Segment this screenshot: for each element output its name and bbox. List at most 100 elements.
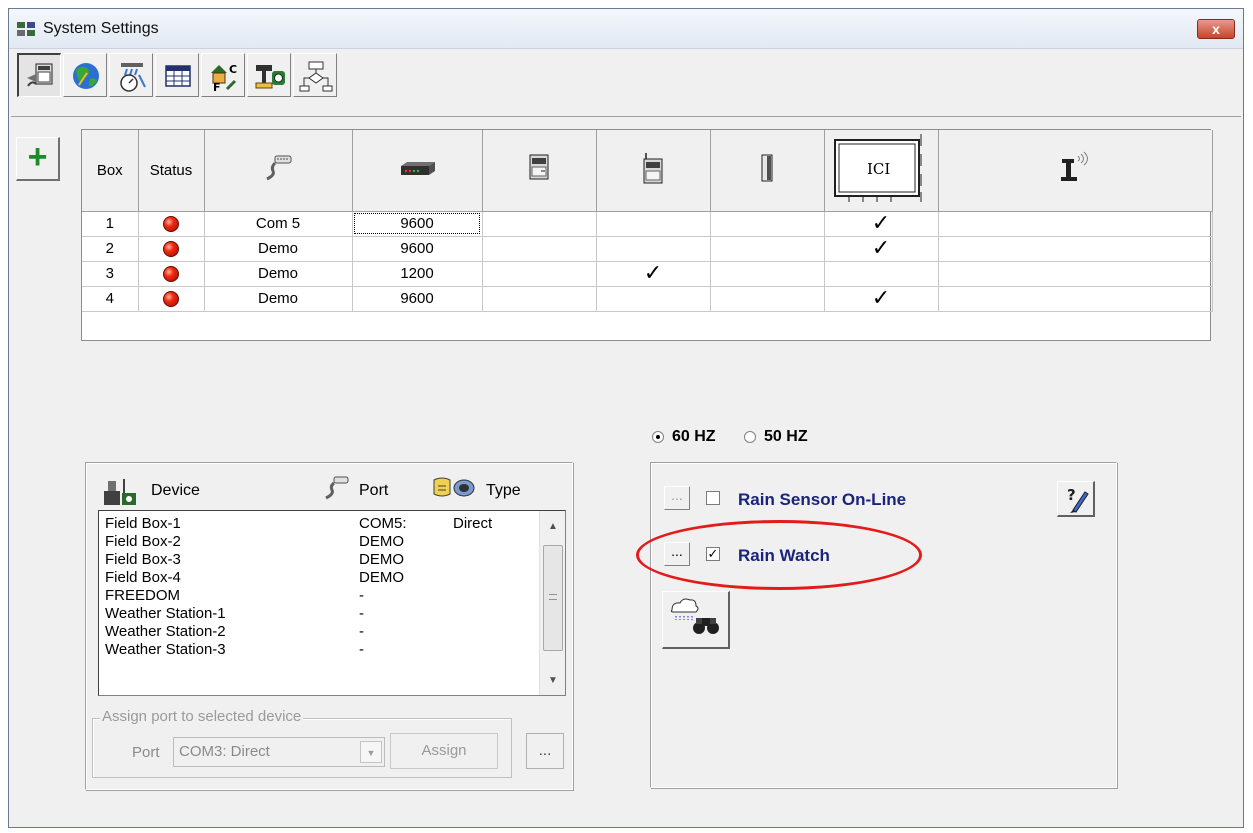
toolbar: C F bbox=[11, 51, 1241, 117]
flowchart-button[interactable] bbox=[293, 53, 337, 97]
units-button[interactable]: C F bbox=[201, 53, 245, 97]
radio-60hz[interactable] bbox=[652, 430, 664, 443]
column-header-port[interactable] bbox=[204, 130, 353, 212]
ici-cell[interactable] bbox=[824, 261, 939, 287]
radio-controller-cell[interactable]: ✓ bbox=[596, 261, 711, 287]
field-box-settings-icon bbox=[27, 63, 53, 87]
column-header-box[interactable]: Box bbox=[82, 130, 139, 212]
radio-controller-cell[interactable] bbox=[596, 211, 711, 237]
sensor-cell[interactable] bbox=[710, 211, 825, 237]
controller-cell[interactable] bbox=[482, 211, 597, 237]
assign-more-button[interactable]: ... bbox=[526, 733, 564, 769]
controller-icon bbox=[529, 154, 549, 180]
ici-cell[interactable]: ✓ bbox=[824, 285, 939, 312]
frequency-option-50hz[interactable]: 50 HZ bbox=[744, 428, 808, 446]
controller-cell[interactable] bbox=[482, 286, 597, 312]
baud-cell[interactable]: 9600 bbox=[352, 236, 483, 262]
port-cell-text: Demo bbox=[257, 290, 298, 307]
box-number-cell[interactable]: 1 bbox=[82, 211, 139, 237]
port-cell[interactable]: Com 5 bbox=[204, 211, 353, 237]
ici-cell[interactable]: ✓ bbox=[824, 236, 939, 262]
scroll-down-arrow[interactable]: ▼ bbox=[540, 671, 565, 691]
column-header-radio-controller[interactable] bbox=[596, 130, 711, 212]
box-number-cell[interactable]: 2 bbox=[82, 236, 139, 262]
sensor-cell[interactable] bbox=[710, 286, 825, 312]
table-row[interactable]: 1 Com 5 9600 ✓ bbox=[82, 211, 1213, 237]
rain-watch-options-button[interactable]: ... bbox=[664, 542, 690, 566]
field-box-settings-button[interactable] bbox=[17, 53, 61, 97]
list-item[interactable]: Field Box-1 COM5: Direct bbox=[105, 515, 535, 533]
status-cell[interactable] bbox=[138, 261, 205, 287]
port-cell-text: Demo bbox=[257, 265, 298, 282]
box-number-cell[interactable]: 3 bbox=[82, 261, 139, 287]
radio-50hz[interactable] bbox=[744, 430, 757, 443]
baud-cell[interactable]: 1200 bbox=[352, 261, 483, 287]
wireless-cell[interactable] bbox=[938, 261, 1213, 287]
device-list-scrollbar[interactable]: ▲ ▼ bbox=[539, 511, 565, 695]
controller-cell[interactable] bbox=[482, 236, 597, 262]
flowchart-icon bbox=[299, 61, 333, 92]
scroll-up-arrow[interactable]: ▲ bbox=[540, 517, 565, 537]
baud-cell[interactable]: 9600 bbox=[352, 211, 483, 237]
rain-gauge-button[interactable] bbox=[109, 53, 153, 97]
ici-cell[interactable]: ✓ bbox=[824, 211, 939, 237]
list-item[interactable]: Field Box-4 DEMO bbox=[105, 569, 535, 587]
wireless-cell[interactable] bbox=[938, 211, 1213, 237]
port-cell[interactable]: Demo bbox=[204, 261, 353, 287]
column-header-status[interactable]: Status bbox=[138, 130, 205, 212]
device-port: DEMO bbox=[359, 533, 404, 550]
column-header-ici[interactable]: ICI bbox=[824, 130, 939, 212]
scroll-thumb[interactable] bbox=[543, 545, 563, 651]
schedule-table-button[interactable] bbox=[155, 53, 199, 97]
status-cell[interactable] bbox=[138, 286, 205, 312]
port-label: Port bbox=[132, 744, 160, 761]
port-cell[interactable]: Demo bbox=[204, 236, 353, 262]
table-row[interactable]: 2 Demo 9600 ✓ bbox=[82, 236, 1213, 262]
device-list[interactable]: Field Box-1 COM5: Direct Field Box-2 DEMO Fie… bbox=[98, 510, 566, 696]
device-port: COM5: bbox=[359, 515, 407, 532]
port-cell[interactable]: Demo bbox=[204, 286, 353, 312]
status-cell[interactable] bbox=[138, 236, 205, 262]
list-item[interactable]: FREEDOM - bbox=[105, 587, 535, 605]
column-header-baud[interactable] bbox=[352, 130, 483, 212]
sensor-cell[interactable] bbox=[710, 236, 825, 262]
ruler-camera-button[interactable] bbox=[247, 53, 291, 97]
list-item[interactable]: Weather Station-3 - bbox=[105, 641, 535, 659]
rain-sensor-options-button[interactable]: ... bbox=[664, 486, 690, 510]
rain-binoculars-icon bbox=[670, 598, 719, 634]
help-edit-button[interactable]: ? bbox=[1057, 481, 1095, 517]
table-row[interactable]: 4 Demo 9600 ✓ bbox=[82, 285, 1213, 312]
radio-controller-cell[interactable] bbox=[596, 286, 711, 312]
column-header-wireless[interactable] bbox=[938, 130, 1213, 212]
assign-button[interactable]: Assign bbox=[390, 733, 498, 769]
checkmark-icon: ✓ bbox=[871, 285, 891, 310]
status-cell[interactable] bbox=[138, 211, 205, 237]
column-header-controller[interactable] bbox=[482, 130, 597, 212]
wireless-cell[interactable] bbox=[938, 286, 1213, 312]
world-map-button[interactable] bbox=[63, 53, 107, 97]
radio-controller-cell[interactable] bbox=[596, 236, 711, 262]
wireless-cell[interactable] bbox=[938, 236, 1213, 262]
status-indicator-icon bbox=[163, 291, 179, 308]
port-select[interactable]: COM3: Direct ▼ bbox=[173, 737, 385, 767]
list-item[interactable]: Weather Station-2 - bbox=[105, 623, 535, 641]
rain-monitor-button[interactable] bbox=[662, 591, 730, 649]
table-row[interactable]: 3 Demo 1200 ✓ bbox=[82, 261, 1213, 287]
baud-cell[interactable]: 9600 bbox=[352, 286, 483, 312]
frequency-50hz-label: 50 HZ bbox=[764, 428, 808, 445]
port-header-icon bbox=[325, 476, 349, 500]
chevron-down-icon[interactable]: ▼ bbox=[360, 741, 382, 763]
frequency-option-60hz[interactable]: 60 HZ bbox=[652, 428, 716, 446]
list-item[interactable]: Field Box-2 DEMO bbox=[105, 533, 535, 551]
box-number-cell[interactable]: 4 bbox=[82, 286, 139, 312]
device-device: Weather Station-2 bbox=[105, 623, 226, 640]
controller-cell[interactable] bbox=[482, 261, 597, 287]
list-item[interactable]: Weather Station-1 - bbox=[105, 605, 535, 623]
rain-sensor-checkbox[interactable] bbox=[706, 491, 720, 505]
add-box-button[interactable]: + bbox=[16, 137, 60, 181]
close-button[interactable]: x bbox=[1197, 19, 1235, 39]
rain-watch-checkbox[interactable]: ✓ bbox=[706, 547, 720, 561]
sensor-cell[interactable] bbox=[710, 261, 825, 287]
list-item[interactable]: Field Box-3 DEMO bbox=[105, 551, 535, 569]
column-header-sensor[interactable] bbox=[710, 130, 825, 212]
